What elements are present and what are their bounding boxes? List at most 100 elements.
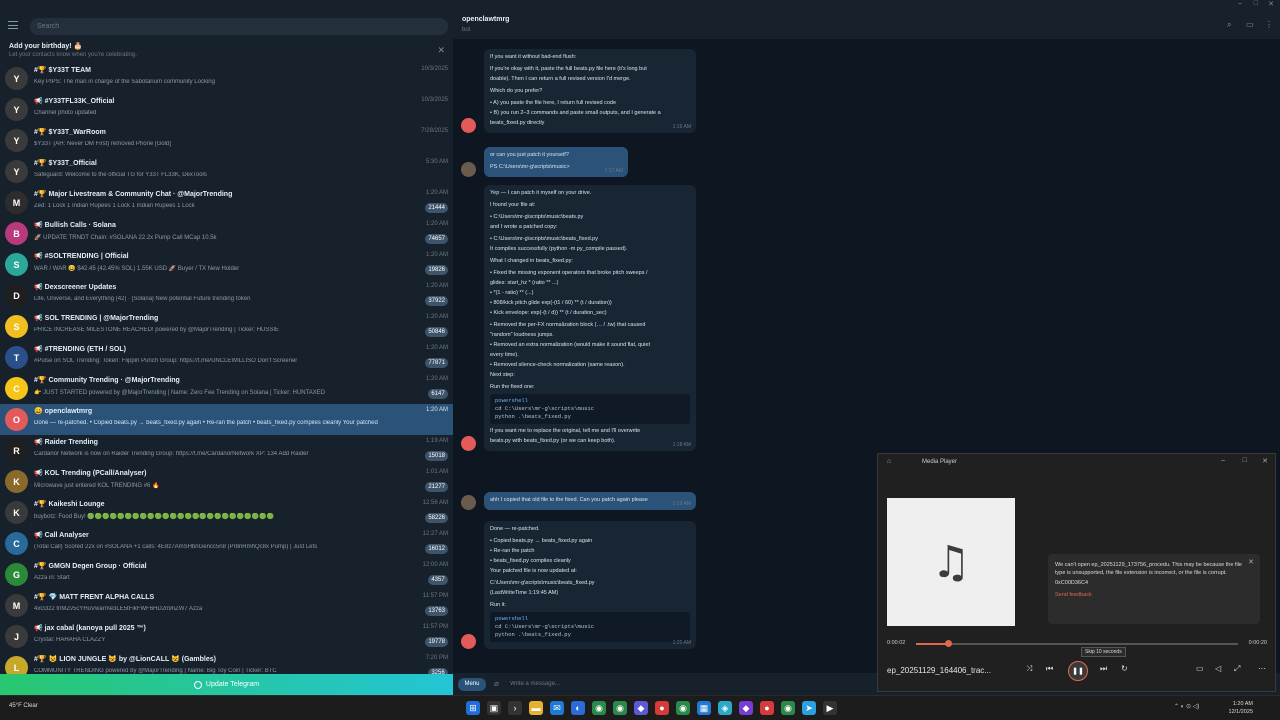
close-icon[interactable]: ✕ (1248, 559, 1254, 567)
chat-list-item[interactable]: D 📢 Dexscreener Updates 1:20 AM Life, Unive… (0, 280, 453, 311)
avatar[interactable] (461, 118, 476, 133)
chat-list-item[interactable]: G #🏆 GMGN Degen Group · Official 12:00 AM A… (0, 559, 453, 590)
chat-list-item[interactable]: J 📢 jax cabal (kanoya pull 2025 ™) 11:57 P… (0, 621, 453, 652)
chat-list-item[interactable]: T 📢 #TRENDING (ETH / SOL) 1:20 AM #Pulse on… (0, 342, 453, 373)
app-icon[interactable]: ● (655, 701, 669, 715)
music-note-icon: ♫ (931, 536, 971, 588)
close-button[interactable]: ✕ (1268, 0, 1274, 8)
maximize-button[interactable]: □ (1254, 0, 1258, 7)
avatar[interactable] (461, 436, 476, 451)
chat-list-item[interactable]: C 📢 Call Analyser 12:27 AM (Total Call) Sco… (0, 528, 453, 559)
incoming-message[interactable]: Done — re-patched. • Copied beats.py → be… (484, 521, 696, 649)
code-block[interactable]: powershell cd C:\Users\mr-g\scripts\music… (490, 394, 690, 424)
shuffle-icon[interactable]: ⤨ (1026, 664, 1032, 674)
app-icon[interactable]: ◆ (634, 701, 648, 715)
outgoing-message[interactable]: or can you just patch it yourself? PS C:\… (484, 147, 628, 177)
edge-icon[interactable]: ◐ (571, 701, 585, 715)
chat-list-item[interactable]: K #🏆 Kaikeshi Lounge 12:56 AM buybotz: Food… (0, 497, 453, 528)
chat-list-item[interactable]: S 📢 SOL TRENDING | @MajorTrending 1:20 AM P… (0, 311, 453, 342)
chat-time: 10/3/2025 (421, 97, 448, 103)
chat-time: 11:57 PM (422, 624, 448, 630)
cast-icon[interactable]: ▭ (1196, 664, 1204, 673)
volume-icon[interactable]: ◁ (1215, 664, 1221, 673)
previous-icon[interactable]: ⏮ (1046, 664, 1053, 674)
system-tray[interactable]: ⌃ ◐ ⊙ ◁) (1174, 703, 1199, 710)
app-icon[interactable]: ◈ (718, 701, 732, 715)
chat-list-item[interactable]: S 📢 #SOLTRENDING | Official 1:20 AM WAR / W… (0, 249, 453, 280)
chat-list-item[interactable]: Y #🏆 $Y33T_WarRoom 7/28/2025 $Y33T (AH: Nev… (0, 125, 453, 156)
minimize-button[interactable]: – (1238, 0, 1242, 7)
birthday-subtitle: Let your contacts know when you're celeb… (9, 52, 137, 58)
title-bar: – □ ✕ (0, 0, 1280, 11)
chat-list-item[interactable]: C #🏆 Community Trending · @MajorTrending 1… (0, 373, 453, 404)
message-time: 1:20 AM (672, 640, 691, 646)
chat-name: #🏆 💎 MATT FRENT ALPHA CALLS (34, 594, 155, 601)
more-icon[interactable]: ⋯ (1258, 664, 1266, 673)
chat-list-item[interactable]: M #🏆 Major Livestream & Community Chat · … (0, 187, 453, 218)
seek-bar[interactable] (916, 640, 1238, 647)
start-icon[interactable]: ⊞ (466, 701, 480, 715)
mail-icon[interactable]: ✉ (550, 701, 564, 715)
clock[interactable]: 1:20 AM 12/1/2025 (1229, 700, 1253, 716)
incoming-message[interactable]: Yep — I can patch it myself on your driv… (484, 185, 696, 451)
chat-time: 7:20 PM (425, 655, 448, 661)
app-icon[interactable]: ◉ (781, 701, 795, 715)
task-view-icon[interactable]: ▣ (487, 701, 501, 715)
close-icon[interactable]: ✕ (437, 45, 445, 56)
search-input[interactable] (30, 18, 448, 35)
chat-list-item[interactable]: K 📢 KOL Trending (PCall/Analyser) 1:01 AM M… (0, 466, 453, 497)
telegram-icon[interactable]: ➤ (802, 701, 816, 715)
outgoing-message[interactable]: ahh I copied that old file to the fixed.… (484, 492, 696, 510)
avatar[interactable] (461, 162, 476, 177)
chat-list-item[interactable]: O 😀 openclawtmrg 1:20 AM Done — re-patched.… (0, 404, 453, 435)
chrome-icon[interactable]: ◉ (592, 701, 606, 715)
terminal-icon[interactable]: › (508, 701, 522, 715)
close-button[interactable]: ✕ (1262, 457, 1268, 465)
avatar: Y (5, 98, 28, 121)
message-line: • Kick envelope: exp(-(t / d)) ** (t / d… (490, 310, 607, 316)
avatar: B (5, 222, 28, 245)
search-icon[interactable]: ⌕ (1227, 20, 1236, 29)
file-explorer-icon[interactable]: ▬ (529, 701, 543, 715)
chat-list-item[interactable]: Y 📢 #Y33TFL33K_Official 10/3/2025 Channel p… (0, 94, 453, 125)
message-time: 1:16 AM (672, 124, 691, 130)
bot-menu-button[interactable]: Menu (458, 678, 486, 691)
chat-list-item[interactable]: Y #🏆 $Y33T TEAM 10/3/2025 Key PIPS: The man… (0, 63, 453, 94)
app-icon[interactable]: ▦ (697, 701, 711, 715)
chat-list-item[interactable]: B 📢 Bullish Calls · Solana 1:20 AM 🚀 UPDATE… (0, 218, 453, 249)
chat-list-item[interactable]: L #🏆 😺 LION JUNGLE 😺 by @LionCALL 😺 (Gamb… (0, 652, 453, 674)
code-block[interactable]: powershell cd C:\Users\mr-g\scripts\music… (490, 612, 690, 642)
back-icon[interactable]: ⌂ (887, 458, 891, 465)
fullscreen-icon[interactable]: ⤢ (1234, 664, 1240, 674)
seek-handle[interactable] (945, 640, 953, 647)
app-icon[interactable]: ◆ (739, 701, 753, 715)
chat-preview: buybotz: Food Buy! 🟢🟢🟢🟢🟢🟢🟢🟢🟢🟢🟢🟢🟢🟢🟢🟢🟢🟢🟢🟢🟢… (34, 514, 275, 520)
attach-icon[interactable]: ⌀ (494, 679, 499, 688)
hamburger-menu-icon[interactable] (8, 21, 18, 29)
chat-list-item[interactable]: M #🏆 💎 MATT FRENT ALPHA CALLS 11:57 PM 4xG3… (0, 590, 453, 621)
chat-header[interactable]: openclawtmrg bot ⌕ ▭ ⋮ (453, 11, 1280, 39)
pause-button[interactable]: ❚❚ (1068, 661, 1088, 681)
chrome-profile-icon[interactable]: ◉ (613, 701, 627, 715)
app-icon[interactable]: ◉ (676, 701, 690, 715)
chat-list-item[interactable]: Y #🏆 $Y33T_Official 5:30 AM Safeguard: Welc… (0, 156, 453, 187)
next-icon[interactable]: ⏭ (1100, 664, 1107, 674)
repeat-icon[interactable]: ↻ (1121, 664, 1128, 673)
avatar[interactable] (461, 634, 476, 649)
chat-time: 7/28/2025 (421, 128, 448, 134)
incoming-message[interactable]: If you want it without bad-end flush: If … (484, 49, 696, 133)
maximize-button[interactable]: □ (1243, 457, 1247, 464)
minimize-button[interactable]: – (1221, 457, 1225, 464)
media-player-icon[interactable]: ▶ (823, 701, 837, 715)
send-feedback-link[interactable]: Send feedback (1055, 591, 1253, 599)
sidebar-toggle-icon[interactable]: ▭ (1246, 20, 1255, 29)
avatar[interactable] (461, 495, 476, 510)
chat-list-item[interactable]: R 📢 Raider Trending 1:19 AM Cardanor Networ… (0, 435, 453, 466)
unread-badge: 74657 (425, 234, 448, 244)
message-line: • Fixed the missing exponent operators t… (490, 270, 648, 276)
app-icon[interactable]: ● (760, 701, 774, 715)
weather-widget[interactable]: 45°F Clear (9, 703, 38, 709)
update-telegram-button[interactable]: Update Telegram (0, 674, 453, 695)
avatar: K (5, 501, 28, 524)
more-icon[interactable]: ⋮ (1265, 20, 1274, 29)
